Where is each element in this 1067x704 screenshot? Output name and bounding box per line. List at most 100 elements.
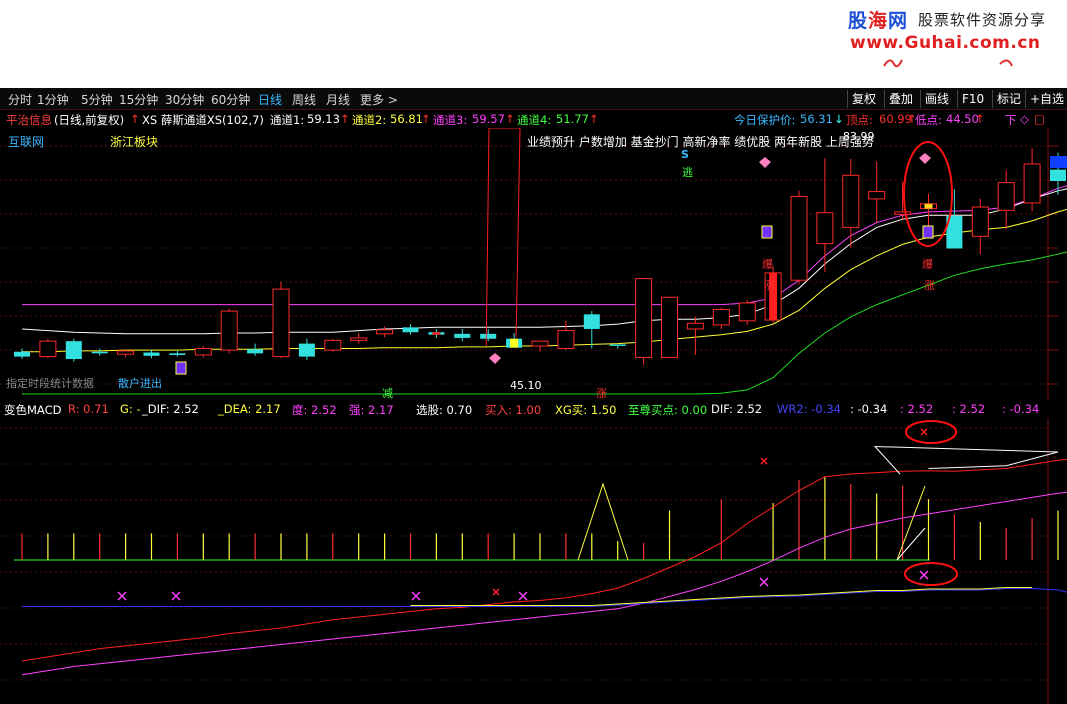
candle-body-up <box>790 195 808 281</box>
indicator-name[interactable]: XS 薛斯通道XS(102,7) <box>142 112 264 128</box>
flee-mark: 逃 <box>682 166 693 179</box>
macd-xgmai: XG买: 1.50 <box>555 403 617 417</box>
cross-marker-red <box>760 457 768 465</box>
channel-2-value: 56.81 <box>390 112 423 126</box>
sector-internet[interactable]: 互联网 <box>8 133 44 150</box>
rise-mark-2: 涨 <box>924 279 935 292</box>
period-toolbar: 分时 1分钟 5分钟 15分钟 30分钟 60分钟 日线 周线 月线 更多 > … <box>0 88 1067 110</box>
macd-dif2: DIF: 2.52 <box>711 402 763 416</box>
macd-dea: _DEA: 2.17 <box>218 402 281 416</box>
candle-body-down <box>583 314 600 329</box>
period-1min[interactable]: 1分钟 <box>37 91 69 108</box>
period-monthly[interactable]: 月线 <box>326 91 350 108</box>
up-arrow-icon: ↑ <box>975 112 985 126</box>
period-weekly[interactable]: 周线 <box>292 91 316 108</box>
macd-xuangu: 选股: 0.70 <box>416 403 473 417</box>
candle-body-up <box>557 330 575 349</box>
low-price-label: 45.10 <box>510 379 542 392</box>
cross-marker <box>759 577 769 587</box>
channel-2-label: 通道2: <box>352 113 387 127</box>
macd-v2: : 2.52 <box>900 402 934 416</box>
macd-chart[interactable] <box>0 418 1067 704</box>
annotation-circle <box>904 562 958 586</box>
buy-b-marker <box>175 361 187 375</box>
mark-button[interactable]: 标记 <box>992 90 1025 108</box>
candle-body-up <box>842 174 860 228</box>
macd-wr2: WR2: -0.34 <box>777 402 841 416</box>
macd-name[interactable]: 变色MACD <box>4 402 61 418</box>
period-30min[interactable]: 30分钟 <box>165 91 204 108</box>
macd-end-spike <box>896 485 926 561</box>
window-box-icon[interactable]: □ <box>1034 112 1045 126</box>
macd-dif-line <box>21 458 1067 662</box>
low-point-value: 44.50 <box>946 112 979 126</box>
period-stats-label[interactable]: 指定时段统计数据 <box>6 375 94 391</box>
candle-body-down <box>65 341 82 360</box>
candle-body-down <box>402 327 419 333</box>
candle-body-down <box>91 351 108 354</box>
candle-body-up <box>868 191 886 200</box>
candle-body-up <box>324 339 342 351</box>
candle-body-down <box>1050 169 1066 182</box>
candle-body-up <box>376 329 394 335</box>
candle-body-down <box>143 352 160 356</box>
channel-line-yellow <box>22 208 1067 353</box>
stock-name[interactable]: 平治信息 <box>6 112 52 128</box>
macd-dif: _DIF: 2.52 <box>142 402 199 416</box>
period-60min[interactable]: 60分钟 <box>211 91 250 108</box>
period-daily[interactable]: 日线 <box>258 91 282 108</box>
candle-body-up <box>39 340 57 358</box>
overlay-button[interactable]: 叠加 <box>884 90 917 108</box>
candle-body-up <box>661 296 678 358</box>
channel-line-magenta <box>22 185 1067 306</box>
price-spike-line <box>485 128 521 347</box>
candle-body-up <box>738 302 756 322</box>
rise-mark-3: 涨 <box>596 387 607 400</box>
signal-candle-fill <box>924 203 933 209</box>
draw-line-button[interactable]: 画线 <box>920 90 953 108</box>
fuquan-button[interactable]: 复权 <box>847 90 880 108</box>
macd-qiang: 强: 2.17 <box>349 403 394 417</box>
macd-g: G: - <box>120 402 141 416</box>
candle-body-up <box>997 182 1015 211</box>
add-favorite-button[interactable]: +自选 <box>1025 90 1067 108</box>
cross-marker-red <box>920 428 928 436</box>
channel-4-label: 通道4: <box>517 113 552 127</box>
sector-zhejiang[interactable]: 浙江板块 <box>110 133 158 150</box>
rise-mark: 涨 <box>764 279 775 292</box>
protect-price-label: 今日保护价: <box>734 113 796 127</box>
down-label[interactable]: 下 <box>1005 112 1017 128</box>
period-15min[interactable]: 15分钟 <box>119 91 158 108</box>
channel-4-value: 51.77 <box>556 112 589 126</box>
period-more-button[interactable]: 更多 > <box>360 91 398 108</box>
diamond-icon[interactable]: ◇ <box>1020 112 1029 126</box>
macd-triangle <box>577 482 629 561</box>
signal-candle-fill <box>432 332 441 335</box>
up-arrow-icon: ↑ <box>130 112 140 126</box>
period-fenshi[interactable]: 分时 <box>8 91 32 108</box>
boom-mark: 爆 <box>762 258 773 271</box>
macd-mairu: 买入: 1.00 <box>485 403 542 417</box>
gem-icon <box>919 153 931 164</box>
concept-tags: 业绩预升 户数增加 基金抄门 高新净率 绩优股 两年新股 上周强势 <box>527 135 874 149</box>
annotation-circle <box>905 420 957 444</box>
cross-marker <box>411 591 421 601</box>
protect-price-value: 56.31 <box>800 112 833 126</box>
candle-body-up <box>635 278 653 358</box>
site-logo: 股海网 <box>848 10 909 32</box>
signal-candle-fill <box>510 338 519 348</box>
f10-button[interactable]: F10 <box>957 90 988 108</box>
candle-body-up <box>531 340 549 347</box>
candlestick-chart[interactable] <box>0 128 1067 400</box>
watermark-header: 股海网 股票软件资源分享 www.Guhai.com.cn <box>0 0 1067 88</box>
candle-body-up <box>272 288 290 358</box>
macd-v4: : -0.34 <box>1002 402 1040 416</box>
chart-mode: (日线,前复权) <box>54 113 125 127</box>
channel-3-label: 通道3: <box>433 113 468 127</box>
buy-b-marker <box>922 225 934 239</box>
candle-body-up <box>686 322 704 330</box>
candle-body-down <box>298 343 315 357</box>
retail-flow-label[interactable]: 散户进出 <box>118 375 162 391</box>
period-5min[interactable]: 5分钟 <box>81 91 113 108</box>
channel-1-value: 59.13 <box>307 112 340 126</box>
